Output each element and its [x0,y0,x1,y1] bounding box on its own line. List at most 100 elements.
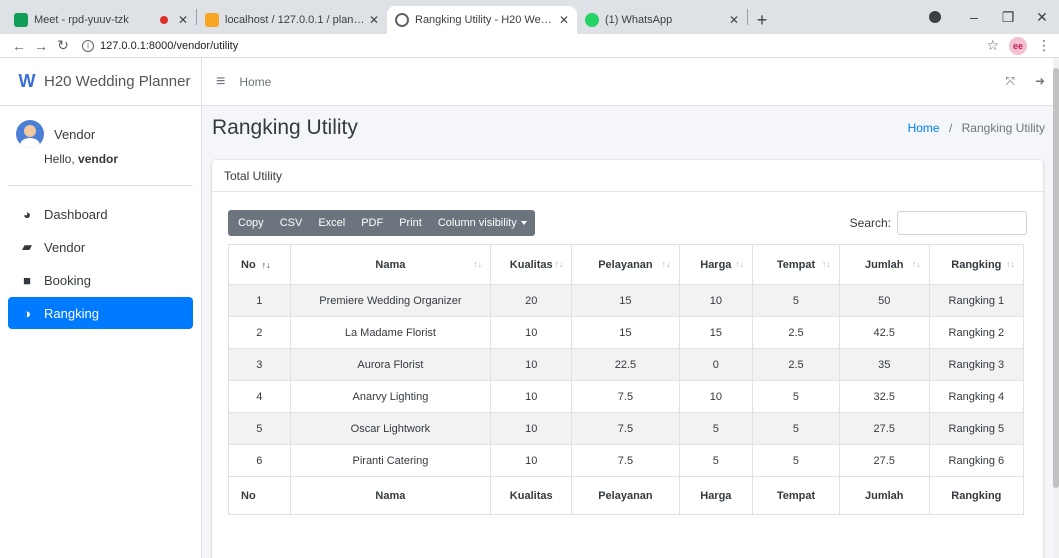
column-header-no[interactable]: No ↑↓ [228,244,291,285]
recording-icon [159,16,168,24]
close-window-icon[interactable]: ✕ [1025,9,1059,26]
sidebar-item-vendor[interactable]: ▰ Vendor [8,231,193,263]
page-scrollbar[interactable] [1053,58,1059,558]
table-cell: Rangking 1 [928,284,1025,317]
main-content: ≡ Home ⤧ ➜ Rangking Utility Home / Rangk… [202,58,1059,558]
window-controls: – ❐ ✕ [957,0,1059,34]
excel-button[interactable]: Excel [310,210,353,236]
extension-icon[interactable]: ee [1009,36,1027,55]
sidebar-item-booking[interactable]: ■ Booking [8,264,193,296]
table-cell: 4 [228,380,291,413]
browser-tab-bar: Meet - rpd-yuuv-tzk ✕ localhost / 127.0.… [0,0,1059,34]
sort-icon: ↑↓ [911,259,921,269]
brand-link[interactable]: W H20 Wedding Planner [0,58,201,106]
table-cell: 5 [678,412,754,445]
search-box: Search: [850,211,1027,235]
print-button[interactable]: Print [391,210,430,236]
breadcrumb-home-link[interactable]: Home [908,121,940,135]
column-header-jumlah[interactable]: Jumlah ↑↓ [838,244,930,285]
table-cell: 10 [678,284,754,317]
table-cell: Rangking 3 [928,348,1025,381]
fullscreen-icon[interactable]: ⤧ [1005,74,1015,89]
table-cell: Aurora Florist [289,348,492,381]
user-role[interactable]: Vendor [54,127,95,142]
browser-tab-whatsapp[interactable]: (1) WhatsApp ✕ [577,6,747,34]
pdf-button[interactable]: PDF [353,210,391,236]
globe-favicon-icon [395,13,409,27]
search-input[interactable] [897,211,1027,235]
page-header: Rangking Utility Home / Rangking Utility [202,106,1059,150]
column-header-tempat[interactable]: Tempat ↑↓ [752,244,840,285]
back-icon[interactable]: ← [8,38,30,54]
profile-icon[interactable] [929,11,941,23]
address-bar: ← → ↻ i 127.0.0.1:8000/vendor/utility ☆ … [0,34,1059,58]
scrollbar-thumb[interactable] [1053,68,1059,488]
column-visibility-button[interactable]: Column visibility [430,210,535,236]
booking-icon: ■ [23,272,31,288]
avatar [16,120,44,148]
info-icon[interactable]: i [82,39,94,52]
table-cell: 5 [752,380,840,413]
reload-icon[interactable]: ↻ [52,37,74,54]
column-header-kualitas[interactable]: Kualitas ↑↓ [490,244,573,285]
browser-menu-icon[interactable]: ⋮ [1037,37,1051,54]
column-header-pelayanan[interactable]: Pelayanan ↑↓ [571,244,680,285]
table-cell: 50 [838,284,930,317]
browser-tab-phpmyadmin[interactable]: localhost / 127.0.0.1 / planner | p ✕ [197,6,387,34]
username: vendor [78,152,119,166]
table-cell: 0 [678,348,754,381]
column-header-label: Nama [375,258,406,271]
tab-title: (1) WhatsApp [605,14,673,26]
sidebar-item-rangking[interactable]: ◑ Rangking [8,297,193,329]
browser-tab-rangking[interactable]: Rangking Utility - H20 Wedding ✕ [387,6,577,34]
bookmark-star-icon[interactable]: ☆ [986,37,999,54]
table-row: 5 Oscar Lightwork 10 7.5 5 5 27.5 Rangking 5 [228,412,1025,445]
close-tab-icon[interactable]: ✕ [559,13,569,27]
sidebar-item-label: Dashboard [44,206,108,222]
table-cell: 42.5 [838,316,930,349]
table-cell: 27.5 [838,444,930,477]
column-footer-rangking: Rangking [928,476,1025,515]
sidebar-item-dashboard[interactable]: ◕ Dashboard [8,198,193,230]
copy-button[interactable]: Copy [228,210,272,236]
close-tab-icon[interactable]: ✕ [178,13,188,27]
brand-name: H20 Wedding Planner [44,73,191,90]
close-tab-icon[interactable]: ✕ [729,13,739,27]
app-shell: W H20 Wedding Planner Vendor Hello, vend… [0,58,1059,558]
logout-icon[interactable]: ➜ [1035,74,1045,89]
search-label: Search: [849,216,891,230]
page-title: Rangking Utility [212,116,358,139]
maximize-icon[interactable]: ❐ [991,9,1025,26]
forward-icon[interactable]: → [30,38,52,54]
column-header-harga[interactable]: Harga ↑↓ [678,244,754,285]
sort-icon: ↑↓ [735,259,745,269]
column-footer-harga: Harga [678,476,754,515]
browser-tab-meet[interactable]: Meet - rpd-yuuv-tzk ✕ [6,6,196,34]
table-cell: Rangking 2 [928,316,1025,349]
sort-icon: ↑↓ [554,259,564,269]
csv-button[interactable]: CSV [272,210,311,236]
table-cell: 27.5 [838,412,930,445]
url-field[interactable]: i 127.0.0.1:8000/vendor/utility [74,36,986,56]
whatsapp-favicon-icon [585,13,599,27]
sort-icon: ↑↓ [821,259,831,269]
close-tab-icon[interactable]: ✕ [369,13,379,27]
table-row: 6 Piranti Catering 10 7.5 5 5 27.5 Rangking 6 [228,444,1025,477]
table-cell: 15 [571,284,680,317]
column-header-rangking[interactable]: Rangking ↑↓ [928,244,1025,285]
menu-toggle-icon[interactable]: ≡ [216,73,225,91]
table-cell: 5 [752,284,840,317]
utility-table: No ↑↓ Nama ↑↓ Kualitas ↑↓ Pelayanan ↑↓ Harga ↑↓ Te… [228,244,1025,515]
column-header-label: Harga [700,258,732,271]
table-cell: 5 [678,444,754,477]
sidebar-item-label: Vendor [44,239,86,255]
table-cell: 6 [228,444,291,477]
nav-home-link[interactable]: Home [239,75,271,89]
new-tab-button[interactable]: + [748,6,776,34]
column-header-nama[interactable]: Nama ↑↓ [289,244,492,285]
table-cell: 10 [490,444,573,477]
table-cell: 2 [228,316,291,349]
column-header-label: Tempat [776,258,816,271]
minimize-icon[interactable]: – [957,9,991,25]
table-cell: Rangking 4 [928,380,1025,413]
